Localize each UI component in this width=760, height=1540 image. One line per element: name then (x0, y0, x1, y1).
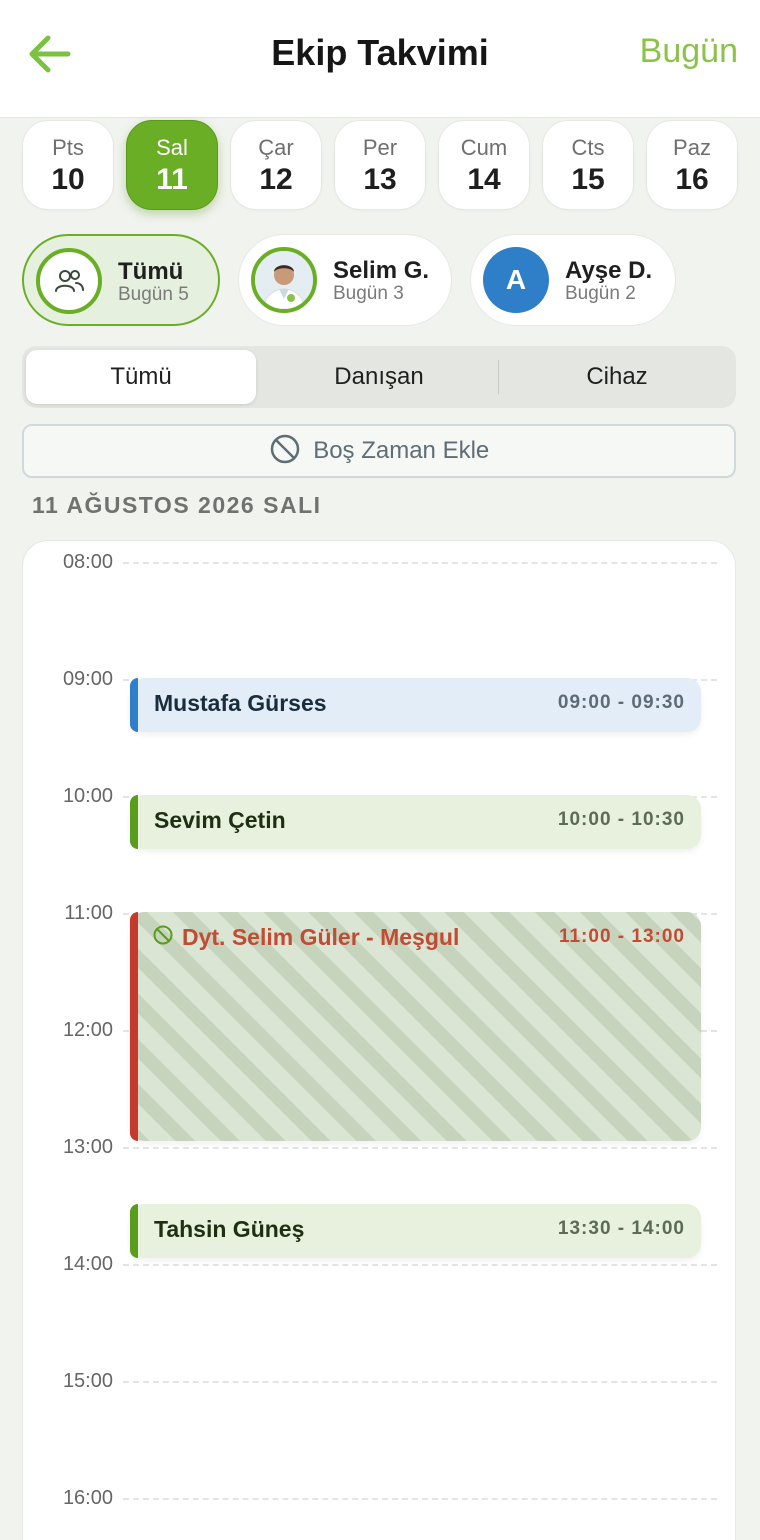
hour-divider (123, 562, 717, 564)
hour-divider (123, 1147, 717, 1149)
day-per[interactable]: Per 13 (334, 120, 426, 210)
add-free-time-button[interactable]: Boş Zaman Ekle (22, 424, 736, 478)
day-number: 13 (363, 163, 397, 196)
hour-label: 08:00 (62, 551, 113, 573)
hour-label: 15:00 (62, 1370, 113, 1392)
event-title: Dyt. Selim Güler - Meşgul (182, 924, 460, 950)
staff-chip-selim[interactable]: Selim G. Bugün 3 (238, 234, 452, 326)
day-name: Cum (460, 135, 508, 160)
day-paz[interactable]: Paz 16 (646, 120, 738, 210)
hour-label: 10:00 (62, 785, 113, 807)
users-icon (36, 248, 102, 314)
staff-name: Tümü (118, 258, 184, 285)
event-time: 11:00 - 13:00 (558, 926, 685, 947)
avatar: A (483, 247, 549, 313)
week-day-strip: Pts 10 Sal 11 Çar 12 Per 13 Cum 14 Cts 1… (22, 120, 738, 212)
event-accent-bar (130, 1204, 138, 1258)
hour-label: 16:00 (62, 1487, 113, 1509)
avatar (251, 247, 317, 313)
day-number: 15 (571, 163, 605, 196)
segment-client[interactable]: Danışan (264, 350, 494, 404)
day-number: 14 (467, 163, 501, 196)
day-name: Sal (156, 135, 188, 160)
staff-name: Ayşe D. (565, 257, 653, 284)
day-name: Per (362, 135, 398, 160)
day-name: Pts (52, 135, 84, 160)
day-name: Çar (258, 135, 294, 160)
ban-icon (270, 434, 299, 464)
day-name: Cts (571, 135, 605, 160)
day-name: Paz (673, 135, 711, 160)
segment-all[interactable]: Tümü (26, 350, 256, 404)
staff-count: Bugün 3 (333, 283, 404, 304)
appointment-sevim-cetin[interactable]: Sevim Çetin 10:00 - 10:30 (130, 795, 701, 849)
staff-filter-row: Tümü Bugün 5 Selim G. Bugün 3 A Ayşe D. … (22, 234, 738, 328)
day-cts[interactable]: Cts 15 (542, 120, 634, 210)
busy-block-selim-guler[interactable]: Dyt. Selim Güler - Meşgul 11:00 - 13:00 (130, 912, 701, 1141)
day-number: 16 (675, 163, 709, 196)
type-segmented-control: Tümü Danışan Cihaz (22, 346, 736, 408)
segment-device[interactable]: Cihaz (502, 350, 732, 404)
staff-chip-ayse[interactable]: A Ayşe D. Bugün 2 (470, 234, 676, 326)
event-accent-bar (130, 678, 138, 732)
event-time: 13:30 - 14:00 (557, 1218, 685, 1239)
hour-divider (123, 1381, 717, 1383)
add-free-time-label: Boş Zaman Ekle (313, 437, 490, 464)
hour-label: 12:00 (62, 1019, 113, 1041)
event-accent-bar (130, 795, 138, 849)
event-time: 10:00 - 10:30 (557, 809, 685, 830)
event-title: Sevim Çetin (154, 807, 286, 833)
hour-row: 16:00 (23, 1477, 735, 1509)
top-bar: Ekip Takvimi Bugün (0, 0, 760, 118)
day-number: 12 (259, 163, 293, 196)
appointment-tahsin-gunes[interactable]: Tahsin Güneş 13:30 - 14:00 (130, 1204, 701, 1258)
event-time: 09:00 - 09:30 (557, 692, 685, 713)
ban-icon (153, 925, 173, 945)
day-sal-selected[interactable]: Sal 11 (126, 120, 218, 210)
date-heading: 11 AĞUSTOS 2026 SALI (32, 492, 322, 518)
day-pts[interactable]: Pts 10 (22, 120, 114, 210)
event-accent-bar (130, 912, 138, 1141)
staff-count: Bugün 5 (118, 284, 189, 305)
staff-name: Selim G. (333, 257, 430, 284)
staff-chip-all[interactable]: Tümü Bugün 5 (22, 234, 220, 326)
hour-label: 11:00 (64, 902, 113, 924)
segment-divider (498, 360, 499, 394)
hour-row: 15:00 (23, 1360, 735, 1392)
today-button[interactable]: Bugün (640, 32, 738, 71)
day-number: 11 (156, 163, 188, 196)
staff-count: Bugün 2 (565, 283, 636, 304)
day-car[interactable]: Çar 12 (230, 120, 322, 210)
hour-label: 14:00 (62, 1253, 113, 1275)
hour-divider (123, 1498, 717, 1500)
hour-label: 13:00 (62, 1136, 113, 1158)
hour-row: 08:00 (23, 541, 735, 573)
hour-divider (123, 1264, 717, 1266)
day-cum[interactable]: Cum 14 (438, 120, 530, 210)
day-number: 10 (51, 163, 85, 196)
day-calendar[interactable]: 08:00 09:00 10:00 11:00 12:00 13:00 14:0… (22, 540, 736, 1540)
event-title: Tahsin Güneş (154, 1216, 305, 1242)
event-title: Mustafa Gürses (154, 690, 327, 716)
hour-label: 09:00 (62, 668, 113, 690)
appointment-mustafa-gurses[interactable]: Mustafa Gürses 09:00 - 09:30 (130, 678, 701, 732)
